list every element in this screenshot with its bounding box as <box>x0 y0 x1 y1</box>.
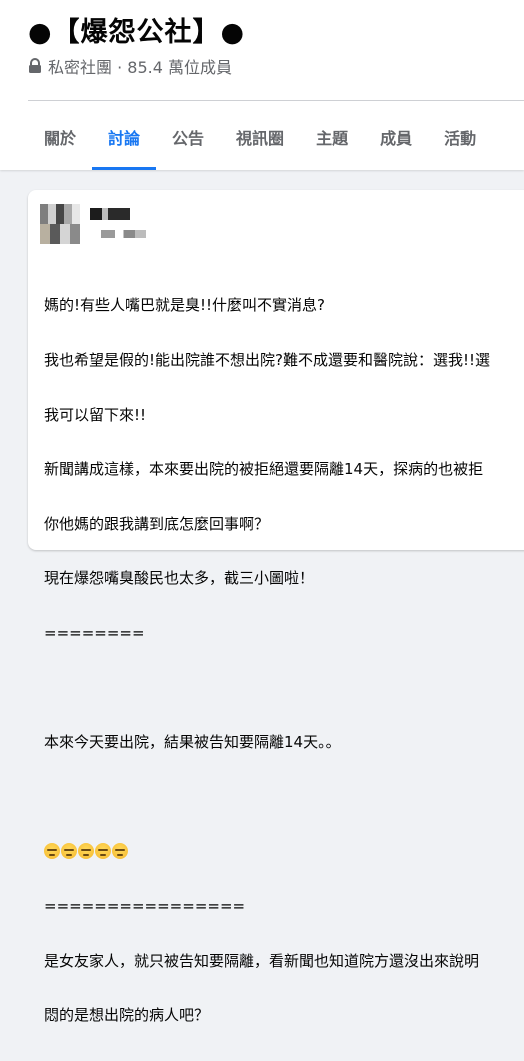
post-meta-redacted <box>90 230 146 238</box>
post-line <box>44 788 524 806</box>
tab-videos[interactable]: 視訊圈 <box>220 104 300 170</box>
post-line: ================ <box>44 896 246 915</box>
group-tabs: 關於 討論 公告 視訊圈 主題 成員 活動 <box>28 104 492 170</box>
lock-icon <box>29 58 41 73</box>
avatar-pixelation <box>40 224 80 244</box>
post-line: 媽的!有些人嘴巴就是臭!!什麼叫不實消息? <box>44 296 326 315</box>
tab-about[interactable]: 關於 <box>28 104 92 170</box>
group-meta-text: 私密社團 · 85.4 萬位成員 <box>48 58 232 77</box>
post-line: 新聞講成這樣，本來要出院的被拒絕還要隔離14天，探病的也被拒 <box>44 460 484 479</box>
unamused-face-icon <box>112 843 128 860</box>
tab-members[interactable]: 成員 <box>364 104 428 170</box>
unamused-face-icon <box>95 843 111 860</box>
tab-events[interactable]: 活動 <box>428 104 492 170</box>
group-header: ●【爆怨公社】● 私密社團 · 85.4 萬位成員 關於 討論 公告 視訊圈 主… <box>0 0 524 170</box>
unamused-face-icon <box>78 843 94 860</box>
group-meta: 私密社團 · 85.4 萬位成員 <box>28 54 232 78</box>
post-line: 悶的是想出院的病人吧？ <box>44 1006 210 1025</box>
post-line: 你他媽的跟我講到底怎麼回事啊？ <box>44 514 270 533</box>
tab-discussion[interactable]: 討論 <box>92 104 157 170</box>
post-line: 是女友家人，就只被告知要隔離，看新聞也知道院方還沒出來說明 <box>44 951 480 970</box>
post-line <box>44 679 524 697</box>
emoji-row <box>44 842 524 860</box>
group-title[interactable]: ●【爆怨公社】● <box>28 10 245 49</box>
post-line: 現在爆怨嘴臭酸民也太多，截三小圖啦！ <box>44 569 315 588</box>
author-name-redacted[interactable] <box>90 208 130 220</box>
post-body: 媽的!有些人嘴巴就是臭!!什麼叫不實消息? 我也希望是假的!能出院誰不想出院?難… <box>44 260 524 1061</box>
post-line: 我可以留下來!! <box>44 405 147 424</box>
tab-announcements[interactable]: 公告 <box>156 104 220 170</box>
header-divider <box>28 100 524 101</box>
post-card: 媽的!有些人嘴巴就是臭!!什麼叫不實消息? 我也希望是假的!能出院誰不想出院?難… <box>28 190 524 1024</box>
post-line: 本來今天要出院，結果被告知要隔離14天。。 <box>44 733 341 752</box>
unamused-face-icon <box>61 843 77 860</box>
post-line: 我也希望是假的!能出院誰不想出院?難不成還要和醫院說：選我!!選 <box>44 351 491 369</box>
post-line: ======== <box>44 623 145 642</box>
unamused-face-icon <box>44 843 60 860</box>
tab-topics[interactable]: 主題 <box>300 104 364 170</box>
